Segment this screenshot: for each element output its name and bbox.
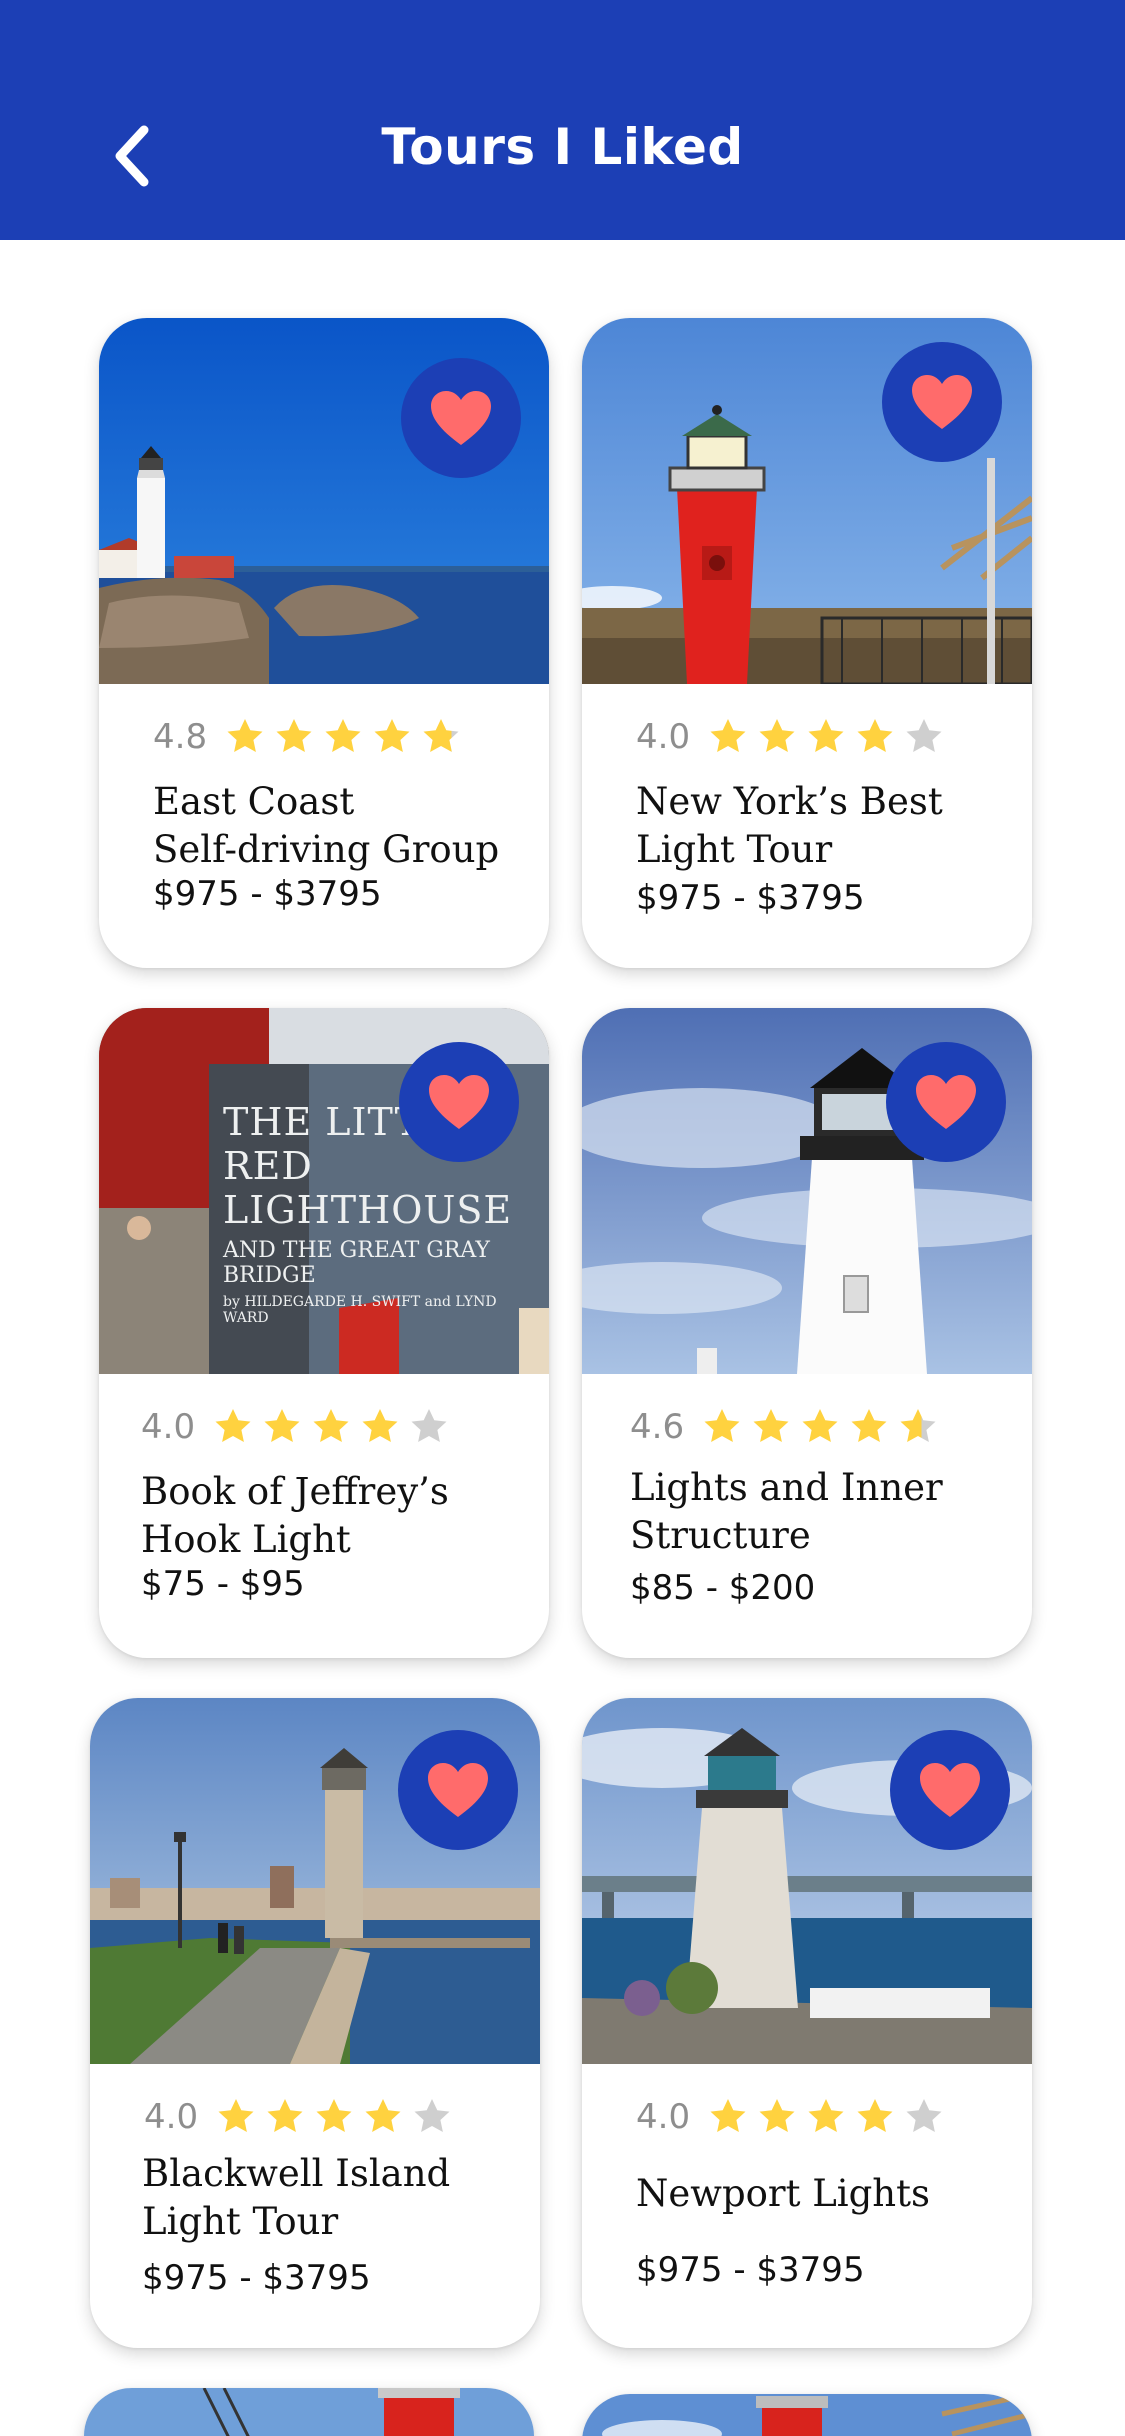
tour-photo — [582, 2394, 1032, 2436]
star-empty-icon — [906, 719, 942, 752]
star-filled-icon — [857, 719, 893, 752]
star-rating — [216, 2097, 461, 2137]
star-rating — [702, 1407, 947, 1447]
star-filled-icon — [316, 2099, 352, 2132]
like-button[interactable] — [882, 342, 1002, 462]
rating-value: 4.0 — [636, 717, 691, 757]
tour-card[interactable]: 4.0 Newport Lights $975 - $3795 — [582, 1698, 1032, 2348]
rating-value: 4.8 — [153, 717, 208, 757]
tour-card[interactable]: 4.0 Blackwell Island Light Tour $975 - $… — [90, 1698, 540, 2348]
tour-title: Blackwell Island Light Tour — [142, 2152, 451, 2243]
app-header: Tours I Liked — [0, 0, 1125, 240]
rating-value: 4.0 — [636, 2097, 691, 2137]
star-filled-icon — [227, 719, 263, 752]
like-button[interactable] — [886, 1042, 1006, 1162]
star-partial-icon — [900, 1409, 936, 1442]
star-filled-icon — [759, 719, 795, 752]
star-rating — [708, 717, 953, 757]
tour-price: $75 - $95 — [141, 1564, 305, 1604]
star-filled-icon — [374, 719, 410, 752]
tour-price: $975 - $3795 — [142, 2258, 371, 2298]
tour-card[interactable]: 4.6 Lights and Inner Structure $85 - $20… — [582, 1008, 1032, 1658]
star-filled-icon — [851, 1409, 887, 1442]
heart-icon — [912, 375, 972, 429]
star-filled-icon — [365, 2099, 401, 2132]
star-empty-icon — [906, 2099, 942, 2132]
tour-price: $975 - $3795 — [636, 878, 865, 918]
star-filled-icon — [808, 2099, 844, 2132]
star-filled-icon — [264, 1409, 300, 1442]
heart-icon — [429, 1075, 489, 1129]
rating-value: 4.6 — [630, 1407, 685, 1447]
heart-icon — [916, 1075, 976, 1129]
tour-card-partial[interactable] — [582, 2394, 1032, 2436]
tour-title: Newport Lights — [636, 2172, 930, 2215]
star-partial-icon — [423, 719, 459, 752]
like-button[interactable] — [399, 1042, 519, 1162]
rating-row: 4.0 — [636, 2092, 953, 2142]
star-filled-icon — [276, 719, 312, 752]
rating-value: 4.0 — [144, 2097, 199, 2137]
star-filled-icon — [362, 1409, 398, 1442]
rating-row: 4.0 — [144, 2092, 461, 2142]
star-filled-icon — [857, 2099, 893, 2132]
star-filled-icon — [802, 1409, 838, 1442]
star-filled-icon — [710, 719, 746, 752]
star-filled-icon — [215, 1409, 251, 1442]
like-button[interactable] — [890, 1730, 1010, 1850]
tour-card[interactable]: THE LITTLE RED LIGHTHOUSE AND THE GREAT … — [99, 1008, 549, 1658]
star-filled-icon — [267, 2099, 303, 2132]
page-title: Tours I Liked — [381, 118, 744, 176]
tour-price: $85 - $200 — [630, 1568, 816, 1608]
star-filled-icon — [325, 719, 361, 752]
heart-icon — [920, 1763, 980, 1817]
tour-title: Book of Jeffrey’s Hook Light — [141, 1470, 449, 1561]
tour-card[interactable]: 4.0 New York’s Best Light Tour $975 - $3… — [582, 318, 1032, 968]
star-filled-icon — [704, 1409, 740, 1442]
star-filled-icon — [710, 2099, 746, 2132]
tour-photo — [84, 2388, 534, 2436]
tour-title: Lights and Inner Structure — [630, 1466, 943, 1557]
heart-icon — [431, 391, 491, 445]
like-button[interactable] — [401, 358, 521, 478]
tour-title: East Coast Self-driving Group — [153, 780, 500, 871]
tour-card-partial[interactable] — [84, 2388, 534, 2436]
star-filled-icon — [218, 2099, 254, 2132]
star-filled-icon — [753, 1409, 789, 1442]
rating-row: 4.8 — [153, 712, 470, 762]
tour-card[interactable]: 4.8 East Coast Self-driving Group $975 -… — [99, 318, 549, 968]
star-rating — [225, 717, 470, 757]
star-rating — [708, 2097, 953, 2137]
rating-row: 4.0 — [636, 712, 953, 762]
tour-price: $975 - $3795 — [153, 874, 382, 914]
rating-row: 4.0 — [141, 1402, 458, 1452]
tour-price: $975 - $3795 — [636, 2250, 865, 2290]
star-filled-icon — [313, 1409, 349, 1442]
tour-title: New York’s Best Light Tour — [636, 780, 943, 871]
star-filled-icon — [808, 719, 844, 752]
rating-row: 4.6 — [630, 1402, 947, 1452]
heart-icon — [428, 1763, 488, 1817]
star-filled-icon — [759, 2099, 795, 2132]
star-empty-icon — [414, 2099, 450, 2132]
like-button[interactable] — [398, 1730, 518, 1850]
star-empty-icon — [411, 1409, 447, 1442]
rating-value: 4.0 — [141, 1407, 196, 1447]
star-rating — [213, 1407, 458, 1447]
